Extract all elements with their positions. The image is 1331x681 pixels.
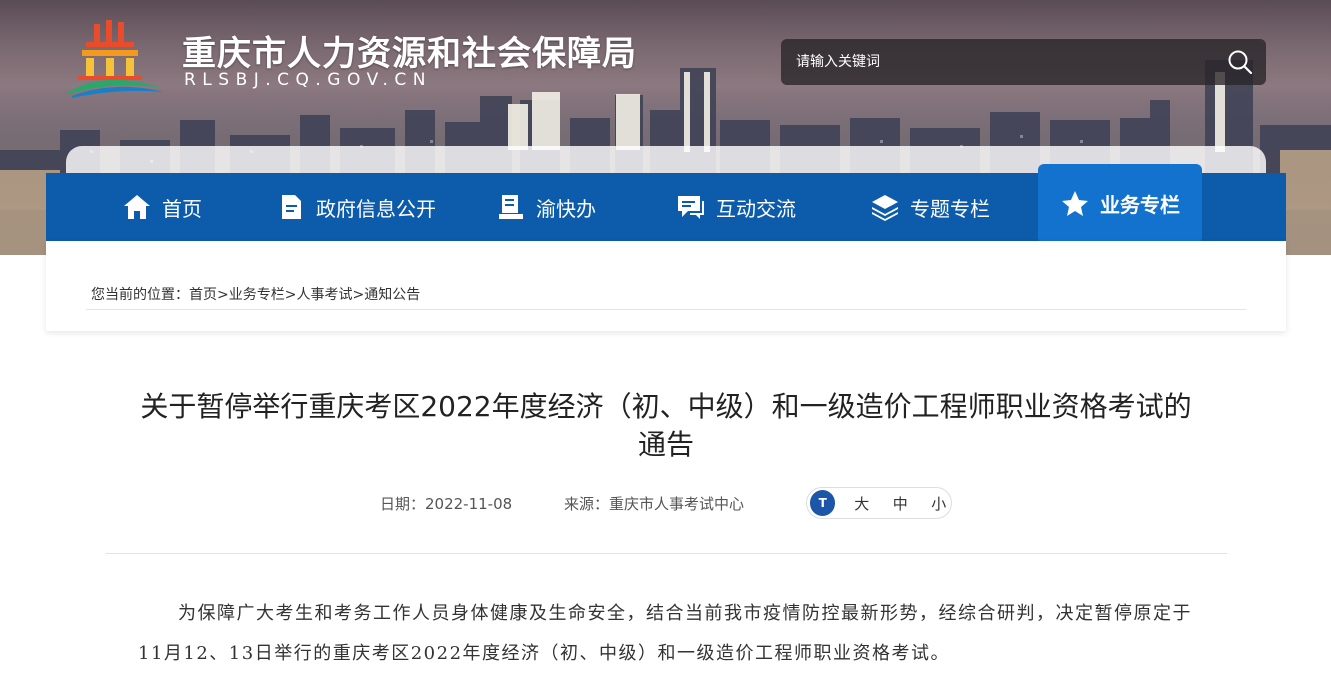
site-domain: RLSBJ.CQ.GOV.CN: [184, 70, 432, 90]
service-desk-icon: [496, 192, 526, 222]
nav-item-business[interactable]: 业务专栏: [1038, 164, 1202, 243]
document-icon: [276, 192, 306, 222]
breadcrumb-link-notices[interactable]: 通知公告: [364, 287, 420, 303]
font-size-medium[interactable]: 中: [888, 493, 913, 514]
chat-icon: [676, 192, 706, 222]
main-nav: 首页 政府信息公开 渝快办 互动交流 专题专栏 业务专栏: [46, 164, 1286, 243]
nav-item-label: 政府信息公开: [316, 196, 436, 221]
nav-item-label: 首页: [162, 196, 202, 221]
nav-item-home[interactable]: 首页: [122, 173, 202, 241]
nav-item-label: 业务专栏: [1100, 193, 1180, 217]
font-size-switch: T 大 中 小: [806, 487, 952, 519]
nav-item-gov-info[interactable]: 政府信息公开: [276, 173, 436, 241]
nav-item-label: 互动交流: [716, 196, 796, 221]
nav-item-topics[interactable]: 专题专栏: [870, 173, 990, 241]
breadcrumb-link-business[interactable]: 业务专栏: [229, 287, 285, 303]
font-size-icon: T: [810, 490, 836, 516]
nav-item-label: 专题专栏: [910, 196, 990, 221]
search-button[interactable]: [1214, 39, 1266, 85]
article-title: 关于暂停举行重庆考区2022年度经济（初、中级）和一级造价工程师职业资格考试的 …: [96, 388, 1236, 464]
breadcrumb-separator: >: [217, 287, 229, 303]
article-source: 来源：重庆市人事考试中心: [564, 495, 745, 513]
breadcrumb-divider: [86, 309, 1246, 310]
breadcrumb-card: 您当前的位置：首页>业务专栏>人事考试>通知公告: [46, 241, 1286, 331]
breadcrumb: 您当前的位置：首页>业务专栏>人事考试>通知公告: [91, 284, 420, 304]
breadcrumb-separator: >: [284, 287, 297, 303]
nav-item-label: 渝快办: [536, 196, 596, 221]
search-input[interactable]: [781, 39, 1214, 85]
font-size-small[interactable]: 小: [926, 493, 951, 514]
article-divider: [106, 553, 1227, 554]
article-date: 日期：2022-11-08: [380, 495, 513, 513]
article-title-line: 关于暂停举行重庆考区2022年度经济（初、中级）和一级造价工程师职业资格考试的: [140, 390, 1192, 423]
breadcrumb-prefix: 您当前的位置：: [91, 287, 189, 303]
breadcrumb-link-exam[interactable]: 人事考试: [296, 287, 352, 303]
search-box: [781, 39, 1266, 85]
site-title: 重庆市人力资源和社会保障局: [182, 34, 637, 74]
nav-item-ykb[interactable]: 渝快办: [496, 173, 596, 241]
search-icon: [1228, 50, 1253, 75]
bureau-logo: [68, 20, 164, 98]
article-title-line: 通告: [637, 428, 694, 461]
breadcrumb-separator: >: [352, 287, 365, 303]
article-body: 为保障广大考生和考务工作人员身体健康及生命安全，结合当前我市疫情防控最新形势，经…: [138, 603, 1192, 664]
nav-item-interaction[interactable]: 互动交流: [676, 173, 796, 241]
home-icon: [122, 192, 152, 222]
star-icon: [1060, 189, 1090, 219]
layers-icon: [870, 192, 900, 222]
font-size-large[interactable]: 大: [849, 493, 874, 514]
breadcrumb-link-home[interactable]: 首页: [189, 287, 217, 303]
